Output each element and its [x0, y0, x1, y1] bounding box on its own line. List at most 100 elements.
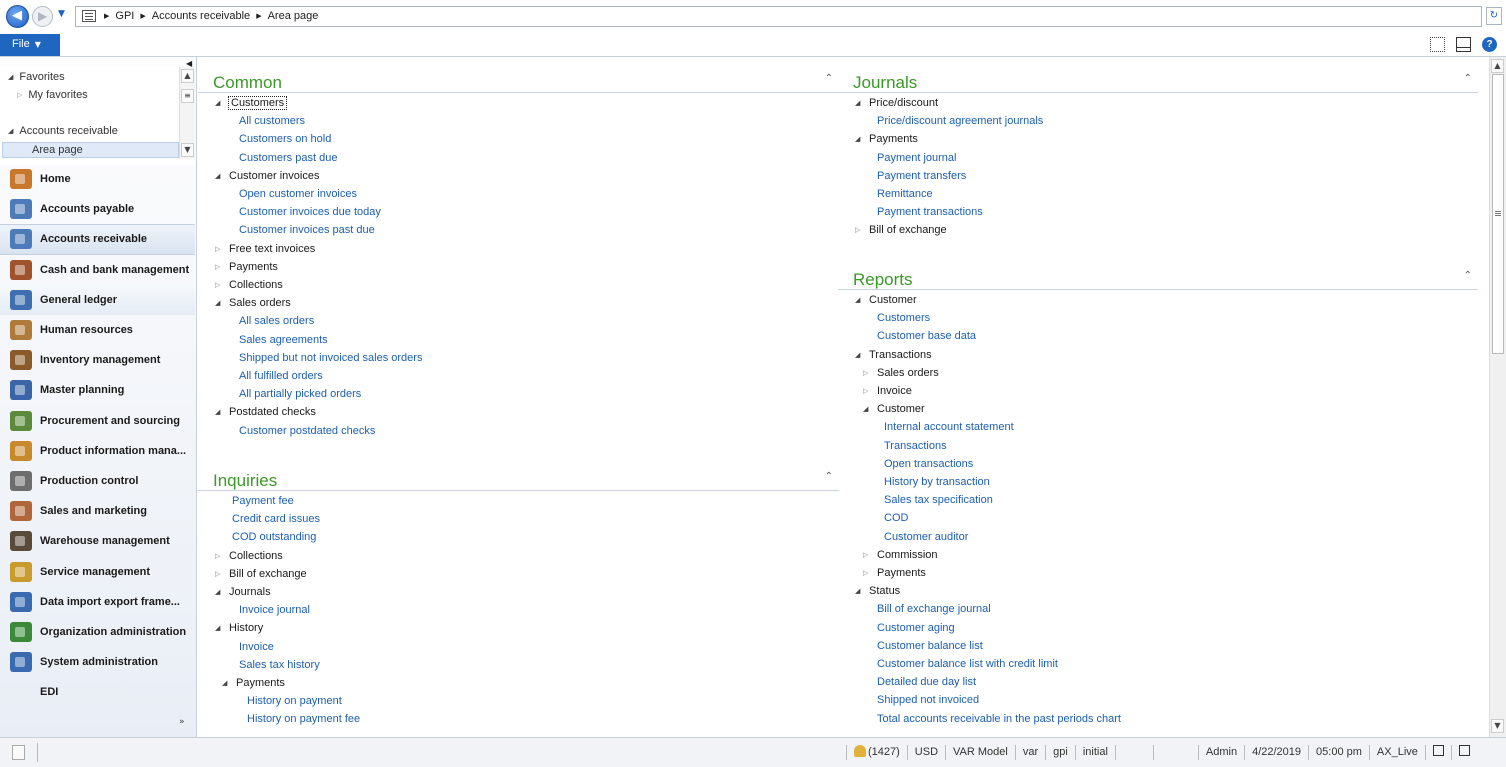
area-page-link[interactable]: Transactions: [884, 437, 947, 455]
area-page-link[interactable]: Customer balance list: [877, 637, 983, 655]
area-page-link[interactable]: Remittance: [877, 185, 933, 203]
group-node[interactable]: ◢ Sales orders: [215, 294, 291, 312]
status-text[interactable]: initial: [1074, 745, 1115, 760]
window-panel-icon[interactable]: [1456, 37, 1471, 52]
area-page-link[interactable]: COD: [884, 509, 908, 527]
my-favorites-node[interactable]: ▷ My favorites: [17, 89, 88, 101]
module-procurement-and-sourcing[interactable]: Procurement and sourcing: [0, 406, 195, 436]
expanded-triangle-icon[interactable]: ◢: [215, 588, 229, 596]
scroll-up-icon[interactable]: ▲: [181, 69, 194, 83]
area-page-link[interactable]: Customers: [877, 309, 930, 327]
group-node[interactable]: ◢ Customer: [863, 400, 925, 418]
area-page-link[interactable]: Total accounts receivable in the past pe…: [877, 710, 1121, 728]
module-sales-and-marketing[interactable]: Sales and marketing: [0, 496, 195, 526]
area-page-link[interactable]: COD outstanding: [232, 528, 316, 546]
scroll-up-icon[interactable]: ▲: [1491, 59, 1504, 73]
group-node[interactable]: ◢ Postdated checks: [215, 403, 316, 421]
model-status[interactable]: VAR Model: [945, 745, 1015, 760]
area-page-link[interactable]: Customers on hold: [239, 130, 331, 148]
module-master-planning[interactable]: Master planning: [0, 375, 195, 405]
expanded-triangle-icon[interactable]: ◢: [215, 172, 229, 180]
expanded-triangle-icon[interactable]: ◢: [863, 405, 877, 413]
group-node[interactable]: ◢ Customers: [215, 94, 288, 112]
module-production-control[interactable]: Production control: [0, 466, 195, 496]
expanded-triangle-icon[interactable]: ◢: [855, 587, 869, 595]
area-page-link[interactable]: Payment journal: [877, 149, 957, 167]
module-accounts-payable[interactable]: Accounts payable: [0, 194, 195, 224]
area-page-item[interactable]: Area page: [32, 144, 83, 156]
document-note-icon[interactable]: [12, 745, 25, 760]
scroll-down-icon[interactable]: ▼: [181, 143, 194, 157]
group-node[interactable]: ◢ Status: [855, 582, 900, 600]
instance-status[interactable]: AX_Live: [1368, 745, 1425, 760]
module-system-administration[interactable]: System administration: [0, 647, 195, 677]
group-node[interactable]: ◢ Customer invoices: [215, 167, 319, 185]
group-node[interactable]: ◢ Price/discount: [855, 94, 938, 112]
area-page-link[interactable]: Payment transactions: [877, 203, 983, 221]
module-human-resources[interactable]: Human resources: [0, 315, 195, 345]
group-node[interactable]: ▷ Payments: [863, 564, 926, 582]
area-page-link[interactable]: Customer base data: [877, 327, 976, 345]
area-page-link[interactable]: Customer aging: [877, 619, 955, 637]
area-page-link[interactable]: History by transaction: [884, 473, 990, 491]
module-product-information-mana[interactable]: Product information mana...: [0, 436, 195, 466]
favorites-scrollbar[interactable]: ▲ ≡ ▼: [179, 67, 195, 159]
area-page-link[interactable]: Invoice journal: [239, 601, 310, 619]
more-modules-icon[interactable]: »: [179, 717, 185, 727]
group-node[interactable]: ▷ Collections: [215, 547, 283, 565]
window-icon[interactable]: [1450, 745, 1477, 760]
file-menu-button[interactable]: File ▼: [0, 34, 60, 56]
module-inventory-management[interactable]: Inventory management: [0, 345, 195, 375]
module-general-ledger[interactable]: General ledger: [0, 284, 195, 315]
area-page-link[interactable]: Invoice: [239, 638, 274, 656]
scroll-grip-icon[interactable]: ≡: [181, 89, 194, 103]
area-page-link[interactable]: Payment transfers: [877, 167, 966, 185]
history-dropdown-icon[interactable]: ▼: [58, 9, 65, 19]
expanded-triangle-icon[interactable]: ◢: [215, 624, 229, 632]
print-icon[interactable]: [1424, 745, 1451, 760]
group-node[interactable]: ▷ Collections: [215, 276, 283, 294]
area-page-link[interactable]: Price/discount agreement journals: [877, 112, 1043, 130]
group-node[interactable]: ▷ Free text invoices: [215, 240, 315, 258]
expanded-triangle-icon[interactable]: ◢: [855, 351, 869, 359]
collapsed-triangle-icon[interactable]: ▷: [215, 281, 229, 289]
area-page-link[interactable]: Customer invoices past due: [239, 221, 375, 239]
group-node[interactable]: ▷ Bill of exchange: [855, 221, 947, 239]
breadcrumb-company[interactable]: GPI: [115, 10, 134, 22]
group-node[interactable]: ◢ Transactions: [855, 346, 932, 364]
scrollbar-thumb[interactable]: [1492, 74, 1504, 354]
area-page-link[interactable]: Credit card issues: [232, 510, 320, 528]
area-page-link[interactable]: All partially picked orders: [239, 385, 361, 403]
expanded-triangle-icon[interactable]: ◢: [222, 679, 236, 687]
group-node[interactable]: ▷ Commission: [863, 546, 938, 564]
date-status[interactable]: 4/22/2019: [1244, 745, 1308, 760]
area-page-link[interactable]: Sales tax specification: [884, 491, 993, 509]
notifications-status[interactable]: (1427): [846, 745, 907, 760]
area-page-selected[interactable]: [2, 142, 179, 158]
area-page-link[interactable]: All sales orders: [239, 312, 314, 330]
time-status[interactable]: 05:00 pm: [1308, 745, 1369, 760]
expanded-triangle-icon[interactable]: ◢: [855, 99, 869, 107]
module-warehouse-management[interactable]: Warehouse management: [0, 526, 195, 556]
collapse-section-icon[interactable]: ⌃: [825, 471, 833, 482]
module-edi[interactable]: EDI: [0, 677, 195, 707]
area-page-link[interactable]: History on payment: [247, 692, 342, 710]
group-node[interactable]: ◢ Customer: [855, 291, 917, 309]
area-page-link[interactable]: Sales agreements: [239, 331, 328, 349]
collapsed-triangle-icon[interactable]: ▷: [215, 552, 229, 560]
module-data-import-export-frame[interactable]: Data import export frame...: [0, 587, 195, 617]
module-accounts-receivable[interactable]: Accounts receivable: [0, 224, 195, 255]
collapsed-triangle-icon[interactable]: ▷: [215, 570, 229, 578]
collapse-section-icon[interactable]: ⌃: [1464, 73, 1472, 84]
group-node[interactable]: ◢ Payments: [855, 130, 918, 148]
area-page-link[interactable]: Customer postdated checks: [239, 422, 375, 440]
group-node[interactable]: ◢ Payments: [222, 674, 285, 692]
collapsed-triangle-icon[interactable]: ▷: [215, 245, 229, 253]
area-page-link[interactable]: Shipped not invoiced: [877, 691, 979, 709]
collapsed-triangle-icon[interactable]: ▷: [863, 569, 877, 577]
back-button[interactable]: ◀: [6, 5, 29, 28]
group-node[interactable]: ▷ Invoice: [863, 382, 912, 400]
collapse-section-icon[interactable]: ⌃: [825, 73, 833, 84]
area-page-link[interactable]: Shipped but not invoiced sales orders: [239, 349, 422, 367]
area-page-link[interactable]: Customer invoices due today: [239, 203, 381, 221]
